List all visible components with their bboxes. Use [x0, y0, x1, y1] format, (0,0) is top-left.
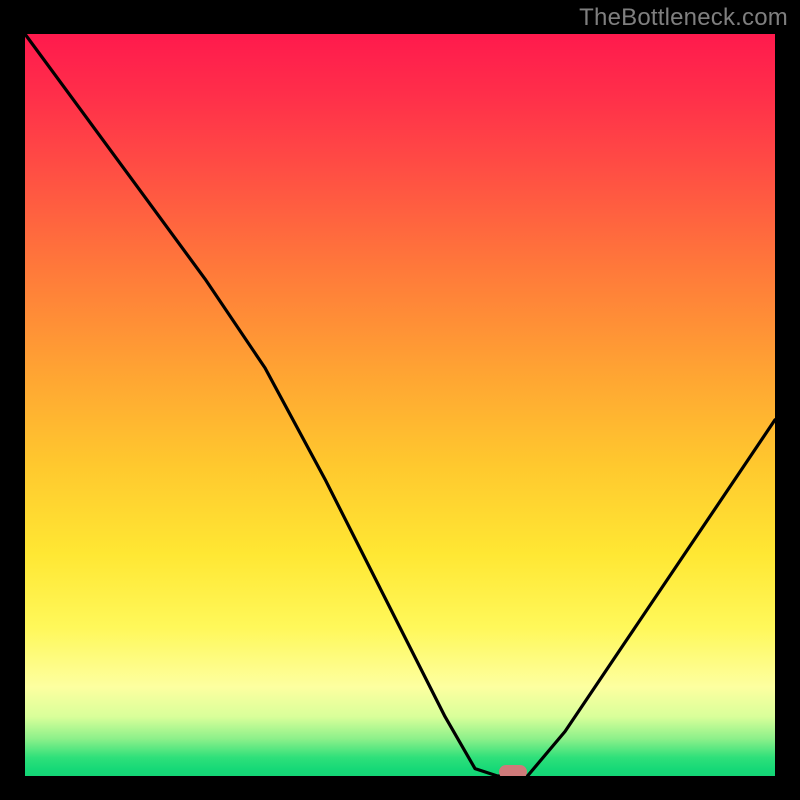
optimum-marker: [499, 765, 527, 776]
watermark-text: TheBottleneck.com: [579, 4, 788, 32]
plot-frame: TheBottleneck.com: [0, 0, 800, 800]
bottleneck-curve: [25, 34, 775, 776]
plot-area: [25, 34, 775, 776]
